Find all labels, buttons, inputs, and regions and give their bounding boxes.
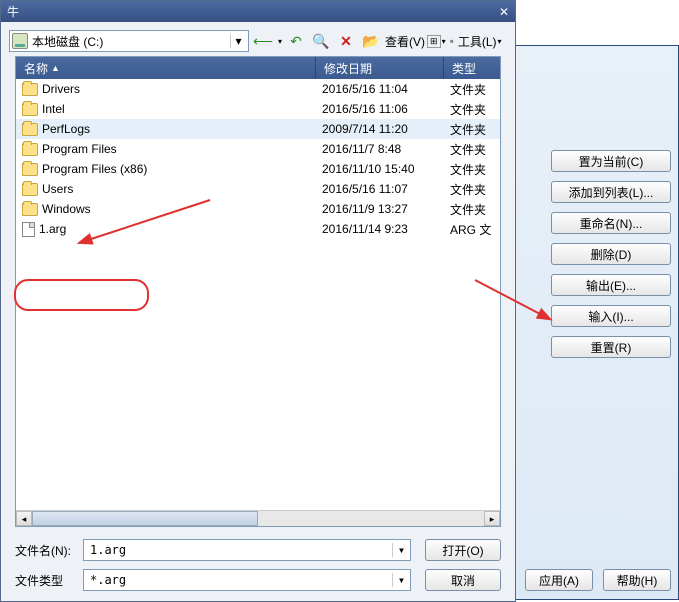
tools-label: 工具(L) bbox=[458, 33, 497, 50]
column-type[interactable]: 类型 bbox=[444, 57, 500, 79]
separator: ▪ bbox=[450, 34, 454, 48]
apply-button[interactable]: 应用(A) bbox=[525, 569, 593, 591]
chevron-down-icon: ▾ bbox=[442, 37, 446, 46]
chevron-down-icon[interactable]: ▾ bbox=[230, 34, 246, 48]
folder-icon bbox=[22, 203, 38, 216]
chevron-down-icon[interactable]: ▾ bbox=[392, 573, 410, 587]
folder-row[interactable]: Program Files 2016/11/7 8:48文件夹 bbox=[16, 139, 500, 159]
list-header: 名称 ▲ 修改日期 类型 bbox=[16, 57, 500, 79]
folder-icon bbox=[22, 143, 38, 156]
file-name: 1.arg bbox=[39, 222, 66, 236]
filename-label: 文件名(N): bbox=[15, 542, 77, 559]
reset-button[interactable]: 重置(R) bbox=[551, 336, 671, 358]
file-list-panel: 名称 ▲ 修改日期 类型 Drivers2016/5/16 11:04文件夹In… bbox=[15, 56, 501, 527]
folder-icon bbox=[22, 163, 38, 176]
file-name: Drivers bbox=[42, 82, 80, 96]
folder-row[interactable]: PerfLogs 2009/7/14 11:20文件夹 bbox=[16, 119, 500, 139]
file-type: 文件夹 bbox=[444, 141, 500, 158]
filename-value: 1.arg bbox=[84, 543, 392, 557]
file-type: 文件夹 bbox=[444, 101, 500, 118]
bg-button-group: 置为当前(C) 添加到列表(L)... 重命名(N)... 删除(D) 输出(E… bbox=[551, 150, 671, 358]
rename-button[interactable]: 重命名(N)... bbox=[551, 212, 671, 234]
horizontal-scrollbar[interactable]: ◂ ▸ bbox=[16, 510, 500, 526]
up-button[interactable]: ↶ bbox=[285, 30, 307, 52]
annotation-arrow-1 bbox=[70, 195, 220, 255]
chevron-down-icon[interactable]: ▾ bbox=[392, 543, 410, 557]
file-date: 2016/5/16 11:04 bbox=[316, 82, 444, 96]
file-dialog-bottom: 文件名(N): 1.arg ▾ 打开(O) 文件类型 *.arg ▾ 取消 bbox=[15, 539, 501, 591]
filetype-label: 文件类型 bbox=[15, 572, 77, 589]
chevron-down-icon: ▾ bbox=[498, 37, 502, 46]
new-folder-icon[interactable]: 📂 bbox=[360, 30, 382, 52]
folder-icon bbox=[22, 83, 38, 96]
column-name-label: 名称 bbox=[24, 60, 48, 77]
file-date: 2016/11/7 8:48 bbox=[316, 142, 444, 156]
back-dd[interactable]: ▾ bbox=[278, 37, 282, 46]
close-icon[interactable]: ✕ bbox=[499, 2, 509, 22]
help-button[interactable]: 帮助(H) bbox=[603, 569, 671, 591]
file-name: PerfLogs bbox=[42, 122, 90, 136]
scroll-left-button[interactable]: ◂ bbox=[16, 511, 32, 526]
file-list[interactable]: Drivers2016/5/16 11:04文件夹Intel2016/5/16 … bbox=[16, 79, 500, 510]
scroll-track[interactable] bbox=[32, 511, 484, 526]
file-name: Program Files bbox=[42, 142, 117, 156]
open-button[interactable]: 打开(O) bbox=[425, 539, 501, 561]
file-dialog: 牛 ✕ 本地磁盘 (C:) ▾ ⟵ ▾ ↶ 🔍 ✕ 📂 查看(V) ⊞ ▾ ▪ … bbox=[0, 0, 516, 602]
file-date: 2016/5/16 11:07 bbox=[316, 182, 444, 196]
column-name[interactable]: 名称 ▲ bbox=[16, 57, 316, 79]
path-combo[interactable]: 本地磁盘 (C:) ▾ bbox=[9, 30, 249, 52]
folder-icon bbox=[22, 183, 38, 196]
file-date: 2016/11/9 13:27 bbox=[316, 202, 444, 216]
file-name: Program Files (x86) bbox=[42, 162, 147, 176]
folder-row[interactable]: Program Files (x86) 2016/11/10 15:40文件夹 bbox=[16, 159, 500, 179]
scroll-right-button[interactable]: ▸ bbox=[484, 511, 500, 526]
back-button[interactable]: ⟵ bbox=[252, 30, 274, 52]
filename-input[interactable]: 1.arg ▾ bbox=[83, 539, 411, 561]
filetype-input[interactable]: *.arg ▾ bbox=[83, 569, 411, 591]
file-type: 文件夹 bbox=[444, 81, 500, 98]
folder-row[interactable]: Intel 2016/5/16 11:06文件夹 bbox=[16, 99, 500, 119]
delete-button[interactable]: 删除(D) bbox=[551, 243, 671, 265]
folder-row[interactable]: Drivers 2016/5/16 11:04文件夹 bbox=[16, 79, 500, 99]
view-menu[interactable]: 查看(V) ⊞ ▾ bbox=[385, 33, 446, 50]
sort-asc-icon: ▲ bbox=[51, 63, 60, 73]
import-button[interactable]: 输入(I)... bbox=[551, 305, 671, 327]
filetype-value: *.arg bbox=[84, 573, 392, 587]
column-date[interactable]: 修改日期 bbox=[316, 57, 444, 79]
file-dialog-toolbar: 本地磁盘 (C:) ▾ ⟵ ▾ ↶ 🔍 ✕ 📂 查看(V) ⊞ ▾ ▪ 工具(L… bbox=[1, 22, 515, 56]
set-current-button[interactable]: 置为当前(C) bbox=[551, 150, 671, 172]
file-type: 文件夹 bbox=[444, 181, 500, 198]
folder-icon bbox=[22, 123, 38, 136]
file-name: Intel bbox=[42, 102, 65, 116]
file-date: 2016/5/16 11:06 bbox=[316, 102, 444, 116]
file-name: Users bbox=[42, 182, 73, 196]
tools-menu[interactable]: 工具(L) ▾ bbox=[458, 33, 502, 50]
file-date: 2009/7/14 11:20 bbox=[316, 122, 444, 136]
file-date: 2016/11/10 15:40 bbox=[316, 162, 444, 176]
path-text: 本地磁盘 (C:) bbox=[32, 33, 230, 50]
view-label: 查看(V) bbox=[385, 33, 425, 50]
file-icon bbox=[22, 222, 35, 237]
file-type: 文件夹 bbox=[444, 161, 500, 178]
export-button[interactable]: 输出(E)... bbox=[551, 274, 671, 296]
file-type: 文件夹 bbox=[444, 121, 500, 138]
file-type: ARG 文 bbox=[444, 221, 500, 238]
file-type: 文件夹 bbox=[444, 201, 500, 218]
drive-icon bbox=[12, 33, 28, 49]
cancel-button[interactable]: 取消 bbox=[425, 569, 501, 591]
folder-icon bbox=[22, 103, 38, 116]
title-text: 牛 bbox=[7, 2, 19, 22]
file-date: 2016/11/14 9:23 bbox=[316, 222, 444, 236]
search-icon[interactable]: 🔍 bbox=[310, 30, 332, 52]
annotation-arrow-2 bbox=[470, 275, 560, 325]
apply-row: 应用(A) 帮助(H) bbox=[525, 569, 671, 591]
add-to-list-button[interactable]: 添加到列表(L)... bbox=[551, 181, 671, 203]
scroll-thumb[interactable] bbox=[32, 511, 258, 526]
file-dialog-titlebar: 牛 ✕ bbox=[1, 1, 515, 22]
delete-icon[interactable]: ✕ bbox=[335, 30, 357, 52]
